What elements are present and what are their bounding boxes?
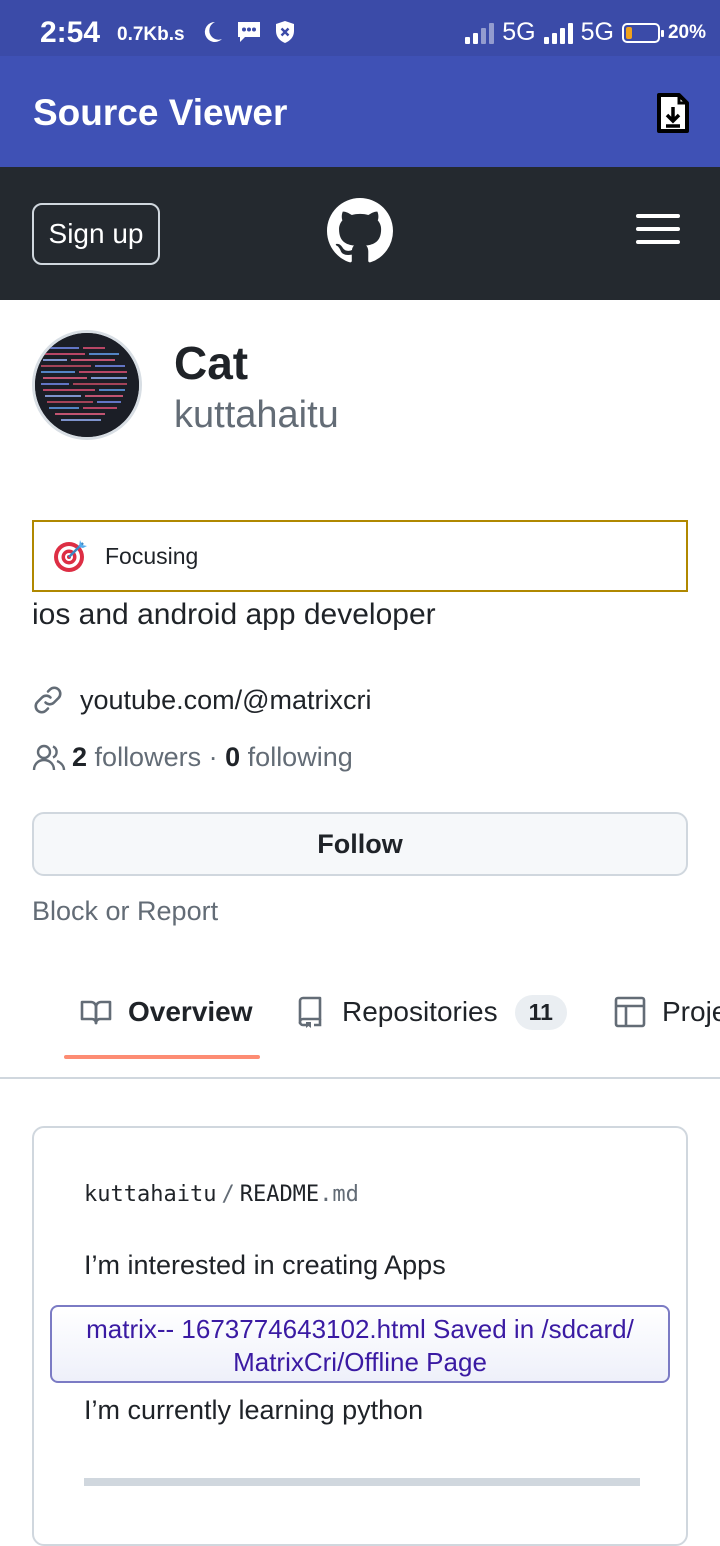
profile-bio: ios and android app developer	[32, 598, 436, 631]
notification-icons	[200, 20, 296, 44]
follow-button[interactable]: Follow	[32, 812, 688, 876]
profile-tabs: Overview Repositories 11 Proje	[0, 980, 720, 1079]
app-bar: Source Viewer	[0, 56, 720, 167]
following-label[interactable]: following	[248, 742, 353, 773]
status-bar: 2:54 0.7Kb.s 5G 5G 20%	[0, 0, 720, 56]
tab-projects[interactable]: Proje	[613, 980, 720, 1044]
network-type-2: 5G	[580, 18, 614, 46]
github-logo-icon[interactable]	[327, 198, 393, 264]
app-title: Source Viewer	[33, 92, 288, 133]
website-link-row[interactable]: youtube.com/@matrixcri	[32, 684, 372, 716]
clock: 2:54	[40, 16, 101, 49]
battery-icon	[621, 22, 664, 43]
path-separator: /	[221, 1182, 235, 1207]
link-icon	[34, 686, 62, 714]
repo-icon	[298, 996, 322, 1028]
network-type-1: 5G	[502, 18, 536, 46]
message-icon	[238, 22, 260, 42]
network-speed: 0.7Kb.s	[117, 24, 185, 45]
toast-line-2: MatrixCri/Offline Page	[233, 1347, 487, 1377]
toast-line-1: matrix-- 1673774643102.html Saved in /sd…	[86, 1314, 634, 1344]
readme-file-ext: .md	[319, 1182, 359, 1207]
readme-owner[interactable]: kuttahaitu	[84, 1182, 216, 1207]
signal-icon	[543, 22, 573, 44]
followers-label[interactable]: followers	[95, 742, 202, 773]
hamburger-menu-icon[interactable]	[636, 214, 680, 253]
direct-hit-target-icon	[54, 540, 87, 572]
book-icon	[80, 1000, 112, 1025]
signup-button[interactable]: Sign up	[32, 203, 160, 265]
readme-line-interests: I’m interested in creating Apps	[84, 1250, 446, 1280]
avatar-image	[35, 333, 139, 437]
followers-row: 2 followers · 0 following	[32, 742, 353, 773]
shield-icon	[276, 21, 294, 43]
separator: ·	[208, 742, 218, 772]
following-count[interactable]: 0	[225, 742, 240, 773]
signal-icon	[465, 22, 495, 44]
saved-toast: matrix-- 1673774643102.html Saved in /sd…	[50, 1305, 670, 1383]
download-file-button[interactable]	[656, 92, 690, 139]
profile-name: Cat	[174, 337, 249, 389]
profile-username: kuttahaitu	[174, 394, 339, 436]
battery-percent: 20%	[667, 21, 706, 43]
github-header: Sign up	[0, 167, 720, 300]
download-file-icon	[657, 93, 689, 133]
readme-divider	[84, 1478, 640, 1486]
status-text: Focusing	[105, 542, 199, 569]
moon-icon	[204, 21, 222, 42]
repositories-counter: 11	[514, 994, 567, 1030]
system-indicators: 5G 5G 20%	[465, 18, 706, 47]
followers-count[interactable]: 2	[72, 742, 87, 773]
readme-file-name[interactable]: README	[240, 1182, 319, 1207]
table-icon	[614, 996, 646, 1028]
readme-line-learning: I’m currently learning python	[84, 1395, 424, 1425]
selected-tab-underline	[64, 1055, 260, 1059]
people-icon	[32, 744, 66, 770]
avatar	[32, 330, 142, 440]
tab-repositories-label: Repositories	[342, 996, 498, 1027]
website-link[interactable]: youtube.com/@matrixcri	[80, 685, 372, 716]
tab-overview[interactable]: Overview	[79, 980, 253, 1044]
readme-path: kuttahaitu / README.md	[84, 1182, 359, 1207]
tab-repositories[interactable]: Repositories 11	[293, 980, 567, 1044]
tab-projects-label: Proje	[662, 996, 720, 1027]
tab-overview-label: Overview	[128, 996, 253, 1027]
user-status: Focusing	[32, 520, 688, 592]
block-or-report-link[interactable]: Block or Report	[32, 896, 218, 927]
